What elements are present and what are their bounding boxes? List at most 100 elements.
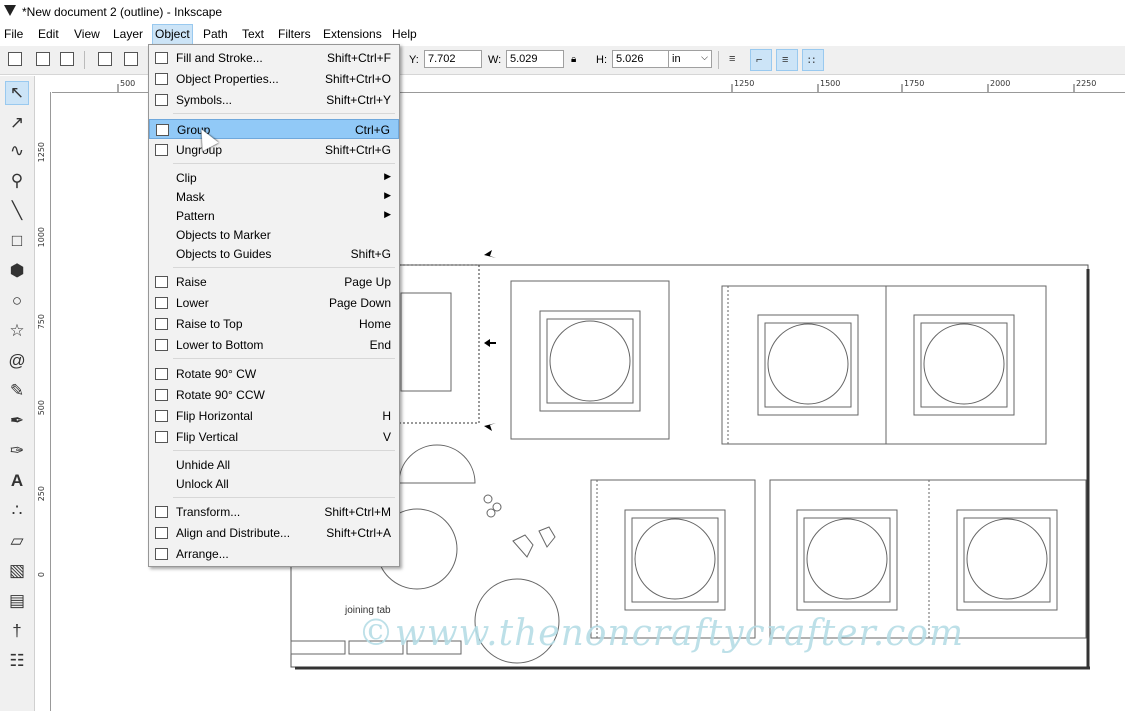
menu-item-label: Rotate 90° CW <box>176 367 257 381</box>
menu-item-label: Flip Vertical <box>176 430 239 444</box>
menu-item-ungroup[interactable]: Ungroup Shift+Ctrl+G <box>149 140 399 160</box>
toolbox: ↖ ↗ ∿ ⚲ ╲ □ ⬢ ○ ☆ @ ✎ ✒ ✑ A ∴ ▱ ▧ ▤ † ☷ <box>0 76 35 711</box>
move-patterns-icon: ∷ <box>808 55 815 67</box>
menu-item-accel: Shift+Ctrl+M <box>324 505 391 519</box>
menu-item-raise-to-top[interactable]: Raise to Top Home <box>149 314 399 334</box>
menu-item-rotate-cw[interactable]: Rotate 90° CW <box>149 364 399 384</box>
submenu-arrow-icon: ▶ <box>384 209 391 219</box>
scale-stroke-button[interactable]: ≡ <box>724 49 746 71</box>
lock-icon[interactable]: 🔒︎ <box>571 54 576 65</box>
menu-item-unlock-all[interactable]: Unlock All <box>149 474 399 494</box>
menu-help[interactable]: Help <box>392 27 417 41</box>
ruler-tick-label: 250 <box>37 486 46 502</box>
select-all-layers-icon[interactable] <box>36 52 50 66</box>
menu-item-objects-to-marker[interactable]: Objects to Marker <box>149 225 399 245</box>
3d-box-tool-icon[interactable]: ⬢ <box>5 259 29 283</box>
menu-separator <box>173 267 395 268</box>
measure-tool-icon[interactable]: ╲ <box>5 199 29 223</box>
window-title: *New document 2 (outline) - Inkscape <box>22 5 223 19</box>
spray-tool-icon[interactable]: ∴ <box>5 499 29 523</box>
menu-item-align-and-distribute[interactable]: Align and Distribute... Shift+Ctrl+A <box>149 523 399 543</box>
y-label: Y: <box>409 54 419 66</box>
menu-item-label: Unlock All <box>176 477 229 491</box>
ellipse-tool-icon[interactable]: ○ <box>5 289 29 313</box>
menu-item-pattern[interactable]: Pattern ▶ <box>149 206 399 226</box>
menu-item-label: Clip <box>176 171 197 185</box>
connector-tool-icon[interactable]: ☷ <box>5 649 29 673</box>
menu-object[interactable]: Object <box>152 24 193 45</box>
w-input[interactable]: 5.029 <box>506 50 564 68</box>
pen-tool-icon[interactable]: ✒ <box>5 409 29 433</box>
menu-text[interactable]: Text <box>242 27 264 41</box>
menu-item-label: Lower <box>176 296 209 310</box>
paint-bucket-tool-icon[interactable]: ▧ <box>5 559 29 583</box>
y-input[interactable]: 7.702 <box>424 50 482 68</box>
menu-item-mask[interactable]: Mask ▶ <box>149 187 399 207</box>
menu-item-flip-horizontal[interactable]: Flip Horizontal H <box>149 406 399 426</box>
object-menu: Fill and Stroke... Shift+Ctrl+F Object P… <box>148 44 400 567</box>
eraser-tool-icon[interactable]: ▱ <box>5 529 29 553</box>
menu-item-group[interactable]: Group Ctrl+G <box>149 119 399 139</box>
menu-view[interactable]: View <box>74 27 100 41</box>
text-tool-icon[interactable]: A <box>5 469 29 493</box>
tweak-tool-icon[interactable]: ∿ <box>5 139 29 163</box>
ruler-tick-label: 500 <box>37 400 46 416</box>
submenu-arrow-icon: ▶ <box>384 171 391 181</box>
rotate-cw-tool-icon[interactable] <box>124 52 138 66</box>
calligraphy-tool-icon[interactable]: ✑ <box>5 439 29 463</box>
unit-select[interactable]: in ⌵ <box>668 50 712 68</box>
menu-item-accel: Shift+Ctrl+F <box>326 51 391 65</box>
menu-item-arrange[interactable]: Arrange... <box>149 544 399 564</box>
menu-item-raise[interactable]: Raise Page Up <box>149 272 399 292</box>
vertical-ruler[interactable]: 1250 1000 750 500 250 0 <box>36 92 51 711</box>
spiral-tool-icon[interactable]: @ <box>5 349 29 373</box>
gradient-tool-icon[interactable]: ▤ <box>5 589 29 613</box>
h-input[interactable]: 5.026 <box>612 50 670 68</box>
menu-item-label: Flip Horizontal <box>176 409 253 423</box>
move-patterns-button[interactable]: ∷ <box>802 49 824 71</box>
move-gradients-button[interactable]: ≡ <box>776 49 798 71</box>
menu-item-lower[interactable]: Lower Page Down <box>149 293 399 313</box>
menu-item-transform[interactable]: Transform... Shift+Ctrl+M <box>149 502 399 522</box>
star-tool-icon[interactable]: ☆ <box>5 319 29 343</box>
menu-item-flip-vertical[interactable]: Flip Vertical V <box>149 427 399 447</box>
menu-bar: File Edit View Layer Object Path Text Fi… <box>0 24 1125 45</box>
dropper-tool-icon[interactable]: † <box>5 619 29 643</box>
menu-item-unhide-all[interactable]: Unhide All <box>149 455 399 475</box>
raise-to-top-icon <box>155 318 168 330</box>
menu-layer[interactable]: Layer <box>113 27 143 41</box>
rotate-ccw-tool-icon[interactable] <box>98 52 112 66</box>
menu-extensions[interactable]: Extensions <box>323 27 382 41</box>
menu-edit[interactable]: Edit <box>38 27 59 41</box>
menu-item-clip[interactable]: Clip ▶ <box>149 168 399 188</box>
menu-item-accel: Shift+G <box>350 247 391 261</box>
ruler-tick-label: 1250 <box>37 142 46 163</box>
menu-item-label: Fill and Stroke... <box>176 51 263 65</box>
scale-corners-button[interactable]: ⌐ <box>750 49 772 71</box>
menu-item-accel: Shift+Ctrl+Y <box>326 93 391 107</box>
menu-item-rotate-ccw[interactable]: Rotate 90° CCW <box>149 385 399 405</box>
pencil-tool-icon[interactable]: ✎ <box>5 379 29 403</box>
menu-item-label: Mask <box>176 190 205 204</box>
deselect-icon[interactable] <box>60 52 74 66</box>
menu-item-symbols[interactable]: Symbols... Shift+Ctrl+Y <box>149 90 399 110</box>
ruler-tick-label: 0 <box>37 572 46 578</box>
menu-item-accel: Page Up <box>344 275 391 289</box>
ungroup-icon <box>155 144 168 156</box>
menu-filters[interactable]: Filters <box>278 27 311 41</box>
align-distribute-icon <box>155 527 168 539</box>
menu-item-lower-to-bottom[interactable]: Lower to Bottom End <box>149 335 399 355</box>
menu-item-fill-and-stroke[interactable]: Fill and Stroke... Shift+Ctrl+F <box>149 48 399 68</box>
rectangle-tool-icon[interactable]: □ <box>5 229 29 253</box>
menu-item-objects-to-guides[interactable]: Objects to Guides Shift+G <box>149 244 399 264</box>
selector-tool-icon[interactable]: ↖ <box>5 81 29 105</box>
menu-file[interactable]: File <box>4 27 23 41</box>
menu-item-label: Raise to Top <box>176 317 243 331</box>
menu-path[interactable]: Path <box>203 27 228 41</box>
zoom-tool-icon[interactable]: ⚲ <box>5 169 29 193</box>
menu-separator <box>173 113 395 114</box>
select-all-icon[interactable] <box>8 52 22 66</box>
menu-item-object-properties[interactable]: Object Properties... Shift+Ctrl+O <box>149 69 399 89</box>
rotate-cw-icon <box>155 368 168 380</box>
node-tool-icon[interactable]: ↗ <box>5 111 29 135</box>
